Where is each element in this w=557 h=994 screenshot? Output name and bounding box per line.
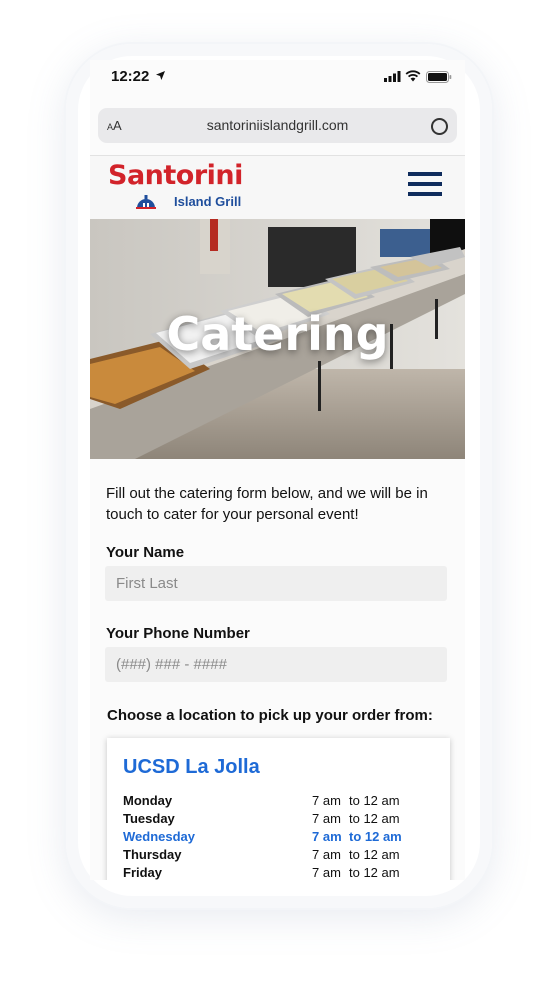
status-bar: 12:22 — [90, 60, 465, 96]
hours-table: Monday 7 am to 12 am Tuesday 7 am to 12 … — [123, 793, 423, 880]
cellular-signal-icon — [384, 71, 401, 82]
phone-label: Your Phone Number — [106, 625, 250, 642]
phone-screen: 12:22 AA santoriniislandgrill.com Santor… — [90, 60, 465, 880]
phone-input[interactable] — [105, 647, 447, 682]
hours-day: Friday — [123, 865, 163, 880]
page-title: Catering — [166, 307, 389, 361]
location-card-ucsd-la-jolla[interactable]: UCSD La Jolla Monday 7 am to 12 am Tuesd… — [107, 738, 450, 880]
status-time: 12:22 — [111, 68, 150, 85]
location-arrow-icon — [156, 71, 165, 80]
hours-open: 7 am — [312, 829, 342, 844]
hours-close: to 12 am — [349, 847, 400, 862]
hours-day: Monday — [123, 793, 173, 808]
battery-icon — [426, 71, 452, 83]
name-input[interactable] — [105, 566, 447, 601]
hours-day: Tuesday — [123, 811, 175, 826]
address-bar[interactable]: AA santoriniislandgrill.com — [98, 108, 457, 143]
hours-row: Tuesday 7 am to 12 am — [123, 811, 423, 829]
hours-close: to 12 am — [349, 865, 400, 880]
hours-row-today: Wednesday 7 am to 12 am — [123, 829, 423, 847]
hours-row: Friday 7 am to 12 am — [123, 865, 423, 880]
hours-open: 7 am — [312, 865, 341, 880]
menu-bar — [408, 172, 442, 176]
menu-bar — [408, 192, 442, 196]
intro-text: Fill out the catering form below, and we… — [106, 485, 428, 523]
hours-open: 7 am — [312, 793, 341, 808]
site-header: Santorini Island Grill — [90, 155, 465, 219]
hours-close: to 12 am — [349, 829, 402, 844]
name-label: Your Name — [106, 544, 185, 561]
wifi-icon — [405, 70, 421, 82]
hours-close: to 12 am — [349, 811, 400, 826]
url-text[interactable]: santoriniislandgrill.com — [98, 117, 457, 133]
hours-row: Monday 7 am to 12 am — [123, 793, 423, 811]
hours-day: Thursday — [123, 847, 182, 862]
hours-open: 7 am — [312, 847, 341, 862]
location-heading: Choose a location to pick up your order … — [107, 707, 433, 724]
hero-banner: Catering — [90, 219, 465, 459]
dome-icon — [136, 195, 156, 209]
location-title: UCSD La Jolla — [123, 756, 260, 778]
logo-wordmark: Santorini — [108, 160, 243, 191]
hours-close: to 12 am — [349, 793, 400, 808]
hours-open: 7 am — [312, 811, 341, 826]
site-logo[interactable]: Santorini Island Grill — [108, 160, 248, 210]
menu-icon[interactable] — [408, 172, 442, 198]
menu-bar — [408, 182, 442, 186]
reload-icon[interactable] — [431, 118, 448, 135]
logo-subtitle: Island Grill — [174, 194, 242, 209]
hours-day: Wednesday — [123, 829, 196, 844]
hours-row: Thursday 7 am to 12 am — [123, 847, 423, 865]
